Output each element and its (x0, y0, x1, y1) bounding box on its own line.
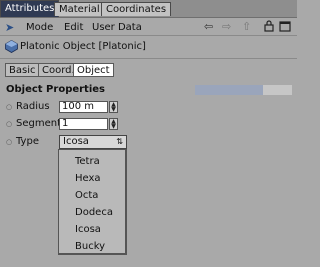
tab-coordinates[interactable]: Coordinates (101, 2, 172, 16)
segments-input[interactable]: 1 (59, 118, 108, 130)
separator (0, 35, 297, 36)
type-select-value: Icosa (63, 136, 89, 147)
arrow-up-icon[interactable]: ⇧ (242, 20, 251, 33)
platonic-object-icon (5, 40, 18, 56)
menu-edit[interactable]: Edit (64, 22, 83, 33)
dropdown-option-icosa[interactable]: Icosa (75, 224, 101, 235)
chevron-up-down-icon: ⇅ (116, 137, 123, 146)
dropdown-option-dodeca[interactable]: Dodeca (75, 207, 113, 218)
animation-dot-icon[interactable]: ○ (6, 120, 12, 128)
dropdown-option-tetra[interactable]: Tetra (75, 156, 100, 167)
radius-label: Radius (16, 101, 50, 112)
dropdown-option-octa[interactable]: Octa (75, 190, 98, 201)
animation-dot-icon[interactable]: ○ (6, 138, 12, 146)
section-title: Object Properties (6, 84, 106, 95)
subtab-object[interactable]: Object (73, 63, 114, 77)
tab-material[interactable]: Material (54, 2, 105, 16)
attributes-panel (0, 17, 297, 267)
segments-stepper[interactable]: ▲ ▼ (109, 118, 118, 130)
tab-attributes[interactable]: Attributes (0, 0, 60, 17)
dropdown-option-bucky[interactable]: Bucky (75, 241, 105, 252)
section-accent-bar (263, 85, 292, 95)
arrow-right-icon[interactable]: ⇨ (222, 20, 231, 33)
dropdown-option-hexa[interactable]: Hexa (75, 173, 101, 184)
subtab-basic[interactable]: Basic (5, 63, 40, 77)
radius-input[interactable]: 100 m (59, 101, 108, 113)
type-label: Type (16, 136, 39, 147)
radius-stepper[interactable]: ▲ ▼ (109, 101, 118, 113)
separator (0, 58, 297, 59)
menu-user-data[interactable]: User Data (92, 22, 142, 33)
type-select[interactable]: Icosa ⇅ (59, 135, 127, 149)
menu-mode[interactable]: Mode (26, 22, 53, 33)
animation-dot-icon[interactable]: ○ (6, 103, 12, 111)
arrow-left-icon[interactable]: ⇦ (204, 20, 213, 33)
new-window-icon[interactable] (279, 20, 291, 35)
object-title: Platonic Object [Platonic] (20, 41, 146, 52)
lock-icon[interactable] (264, 20, 274, 35)
pointer-arrow-icon[interactable]: ➤ (5, 21, 14, 34)
